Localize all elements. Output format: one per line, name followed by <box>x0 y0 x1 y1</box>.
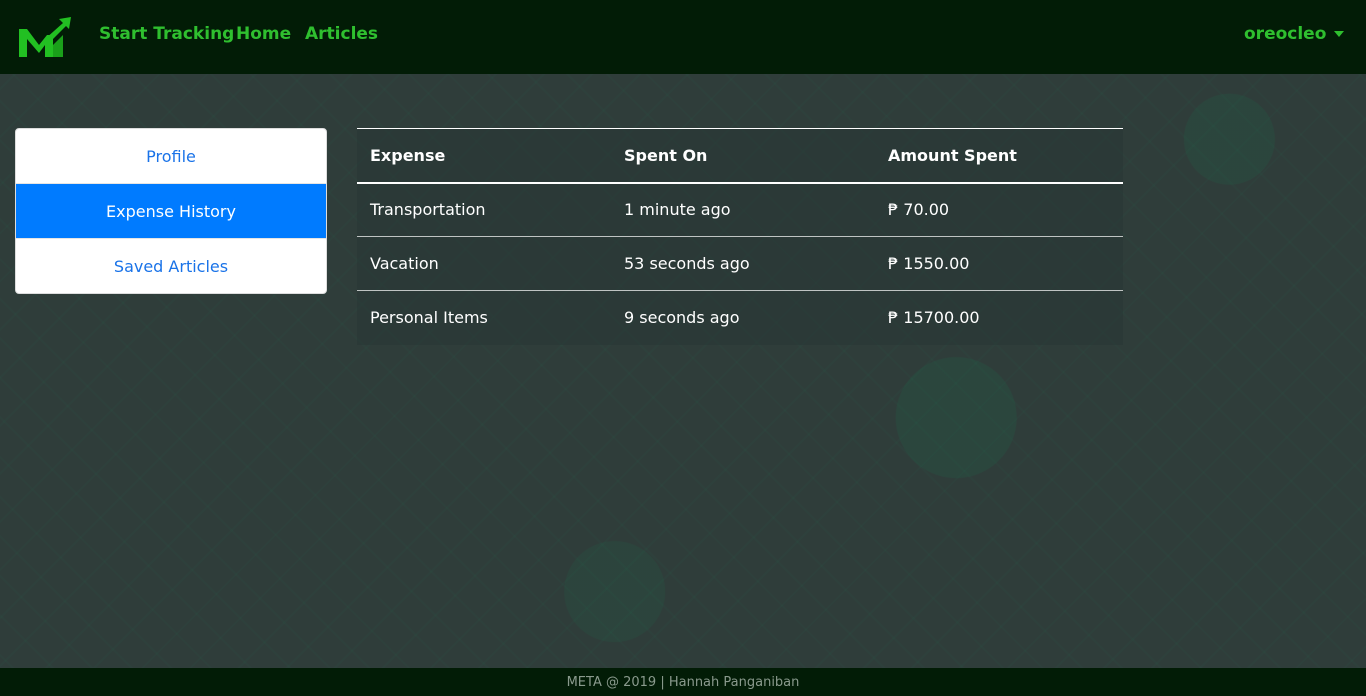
amount-cell: ₱ 1550.00 <box>875 236 1123 291</box>
amount-cell: ₱ 70.00 <box>875 182 1123 237</box>
sidebar-item-profile[interactable]: Profile <box>16 129 326 184</box>
expense-history-table: Expense Spent On Amount Spent Transporta… <box>357 128 1123 345</box>
column-header-amount-spent: Amount Spent <box>875 128 1123 184</box>
expense-cell: Personal Items <box>370 308 488 328</box>
expense-history-table-container: Expense Spent On Amount Spent Transporta… <box>357 128 1123 345</box>
sidebar-item-expense-history[interactable]: Expense History <box>16 184 326 239</box>
top-navbar: Start Tracking Home Articles oreocleo <box>0 0 1366 74</box>
nav-articles[interactable]: Articles <box>305 24 378 44</box>
table-row: Personal Items 9 seconds ago ₱ 15700.00 <box>357 291 1123 345</box>
footer-text: META @ 2019 | Hannah Panganiban <box>566 674 800 690</box>
spent-on-cell: 53 seconds ago <box>611 236 875 291</box>
table-row: Transportation 1 minute ago ₱ 70.00 <box>357 182 1123 237</box>
table-row: Vacation 53 seconds ago ₱ 1550.00 <box>357 236 1123 291</box>
column-header-expense: Expense <box>357 128 611 184</box>
sidebar-item-saved-articles[interactable]: Saved Articles <box>16 239 326 293</box>
column-header-spent-on: Spent On <box>611 128 875 184</box>
nav-start-tracking[interactable]: Start Tracking <box>99 24 234 44</box>
spent-on-cell: 1 minute ago <box>611 182 875 237</box>
meta-logo-icon[interactable] <box>19 17 71 57</box>
profile-sidebar-menu: Profile Expense History Saved Articles <box>15 128 327 294</box>
amount-cell: ₱ 15700.00 <box>888 308 980 328</box>
expense-cell: Vacation <box>357 236 611 291</box>
expense-cell: Transportation <box>357 182 611 237</box>
nav-home[interactable]: Home <box>236 24 291 44</box>
chevron-down-icon <box>1334 31 1345 37</box>
table-header-row: Expense Spent On Amount Spent <box>357 128 1123 184</box>
user-dropdown[interactable]: oreocleo <box>1244 24 1345 44</box>
spent-on-cell: 9 seconds ago <box>624 308 740 328</box>
username: oreocleo <box>1244 24 1327 44</box>
page-footer: META @ 2019 | Hannah Panganiban <box>0 668 1366 696</box>
